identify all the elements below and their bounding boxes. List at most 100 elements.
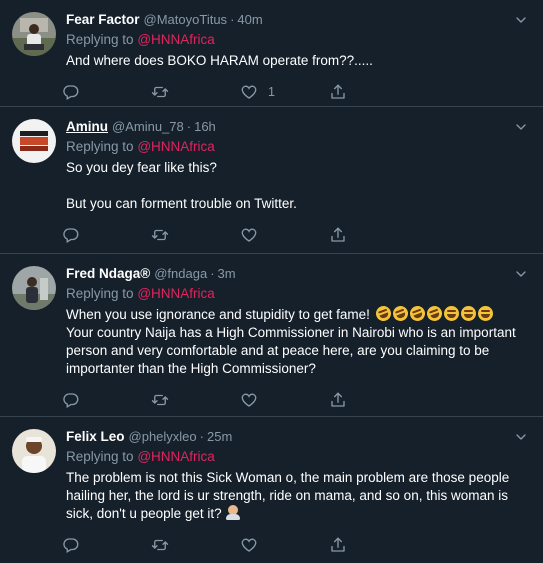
like-button[interactable]: 1	[240, 83, 329, 101]
timestamp[interactable]: 3m	[218, 264, 236, 284]
replying-to-label: Replying to	[66, 139, 134, 154]
tweet-actions: 1	[62, 75, 531, 109]
heart-icon	[240, 536, 258, 554]
reply-icon	[62, 391, 80, 409]
reply-timeline: Fear Factor @MatoyoTitus · 40m Replying …	[0, 0, 543, 563]
replying-to: Replying to @HNNAfrica	[66, 137, 531, 156]
timestamp[interactable]: 25m	[207, 427, 232, 447]
separator-dot: ·	[199, 429, 204, 444]
retweet-button[interactable]	[151, 83, 240, 101]
replying-to-label: Replying to	[66, 449, 134, 464]
tweet-text: The problem is not this Sick Woman o, th…	[66, 469, 531, 523]
separator-dot: ·	[186, 119, 192, 134]
share-icon	[329, 536, 347, 554]
heart-icon	[240, 391, 258, 409]
tweet[interactable]: Felix Leo @phelyxleo · 25m Replying to @…	[0, 417, 543, 563]
tears-of-joy-emoji-icon	[443, 306, 459, 321]
tweet-actions	[62, 218, 531, 252]
replying-to: Replying to @HNNAfrica	[66, 284, 531, 303]
like-button[interactable]	[240, 536, 329, 554]
rofl-emoji-icon	[373, 303, 393, 324]
tweet-paragraph: The problem is not this Sick Woman o, th…	[66, 470, 510, 521]
tweet-line: When you use ignorance and stupidity to …	[66, 303, 531, 324]
tweet-header: Fred Ndaga® @fndaga · 3m	[66, 264, 531, 284]
heart-icon	[240, 226, 258, 244]
share-icon	[329, 391, 347, 409]
share-button[interactable]	[329, 536, 418, 554]
retweet-button[interactable]	[151, 536, 240, 554]
tweet-header: Felix Leo @phelyxleo · 25m	[66, 427, 531, 447]
tweet-paragraph: But you can forment trouble on Twitter.	[66, 196, 297, 211]
mention-link[interactable]: @HNNAfrica	[137, 449, 214, 464]
display-name[interactable]: Felix Leo	[66, 427, 125, 447]
timestamp[interactable]: 16h	[194, 117, 216, 137]
rofl-emoji-icon	[390, 303, 410, 324]
rofl-emoji-icon	[424, 303, 444, 324]
tears-of-joy-emoji-icon	[477, 306, 493, 321]
retweet-icon	[151, 226, 169, 244]
share-button[interactable]	[329, 83, 418, 101]
retweet-button[interactable]	[151, 391, 240, 409]
separator-dot: ·	[210, 266, 215, 281]
share-button[interactable]	[329, 226, 418, 244]
tweet-paragraph: So you dey fear like this?	[66, 160, 217, 175]
replying-to: Replying to @HNNAfrica	[66, 447, 531, 466]
display-name[interactable]: Fear Factor	[66, 10, 140, 30]
share-icon	[329, 83, 347, 101]
tears-of-joy-emoji-icon	[460, 306, 476, 321]
reply-icon	[62, 226, 80, 244]
tweet[interactable]: Fred Ndaga® @fndaga · 3m Replying to @HN…	[0, 254, 543, 417]
reply-button[interactable]	[62, 391, 151, 409]
mention-link[interactable]: @HNNAfrica	[137, 139, 214, 154]
tweet-paragraph: When you use ignorance and stupidity to …	[66, 307, 370, 322]
retweet-button[interactable]	[151, 226, 240, 244]
tweet-actions	[62, 383, 531, 417]
timestamp[interactable]: 40m	[237, 10, 262, 30]
tweet-header: Fear Factor @MatoyoTitus · 40m	[66, 10, 531, 30]
rofl-emoji-icon	[407, 303, 427, 324]
tweet-header: Aminu @Aminu_78 · 16h	[66, 117, 531, 137]
share-icon	[329, 226, 347, 244]
mention-link[interactable]: @HNNAfrica	[137, 32, 214, 47]
reply-button[interactable]	[62, 226, 151, 244]
avatar[interactable]	[12, 266, 56, 310]
avatar[interactable]	[12, 429, 56, 473]
display-name[interactable]: Aminu	[66, 117, 108, 137]
tweet-text: So you dey fear like this? But you can f…	[66, 159, 531, 213]
retweet-icon	[151, 83, 169, 101]
username[interactable]: @fndaga	[154, 264, 207, 284]
like-button[interactable]	[240, 391, 329, 409]
reply-button[interactable]	[62, 536, 151, 554]
username[interactable]: @Aminu_78	[112, 117, 184, 137]
like-count: 1	[268, 85, 275, 99]
username[interactable]: @MatoyoTitus	[144, 10, 228, 30]
heart-icon	[240, 83, 258, 101]
chevron-down-icon[interactable]	[513, 266, 529, 282]
share-button[interactable]	[329, 391, 418, 409]
avatar[interactable]	[12, 119, 56, 163]
mention-link[interactable]: @HNNAfrica	[137, 286, 214, 301]
tweet-paragraph: And where does BOKO HARAM operate from??…	[66, 53, 373, 68]
replying-to-label: Replying to	[66, 286, 134, 301]
avatar[interactable]	[12, 12, 56, 56]
reply-icon	[62, 536, 80, 554]
username[interactable]: @phelyxleo	[129, 427, 197, 447]
retweet-icon	[151, 536, 169, 554]
reply-button[interactable]	[62, 83, 151, 101]
chevron-down-icon[interactable]	[513, 119, 529, 135]
separator-dot: ·	[230, 12, 235, 27]
chevron-down-icon[interactable]	[513, 12, 529, 28]
display-name[interactable]: Fred Ndaga®	[66, 264, 150, 284]
facepalm-emoji-icon	[225, 505, 240, 520]
tweet[interactable]: Fear Factor @MatoyoTitus · 40m Replying …	[0, 0, 543, 107]
replying-to-label: Replying to	[66, 32, 134, 47]
tweet-paragraph: Your country Naija has a High Commission…	[66, 325, 516, 376]
tweet-text: When you use ignorance and stupidity to …	[66, 303, 531, 378]
tweet-actions	[62, 528, 531, 562]
tweet-text: And where does BOKO HARAM operate from??…	[66, 52, 531, 70]
chevron-down-icon[interactable]	[513, 429, 529, 445]
retweet-icon	[151, 391, 169, 409]
like-button[interactable]	[240, 226, 329, 244]
reply-icon	[62, 83, 80, 101]
tweet[interactable]: Aminu @Aminu_78 · 16h Replying to @HNNAf…	[0, 107, 543, 254]
